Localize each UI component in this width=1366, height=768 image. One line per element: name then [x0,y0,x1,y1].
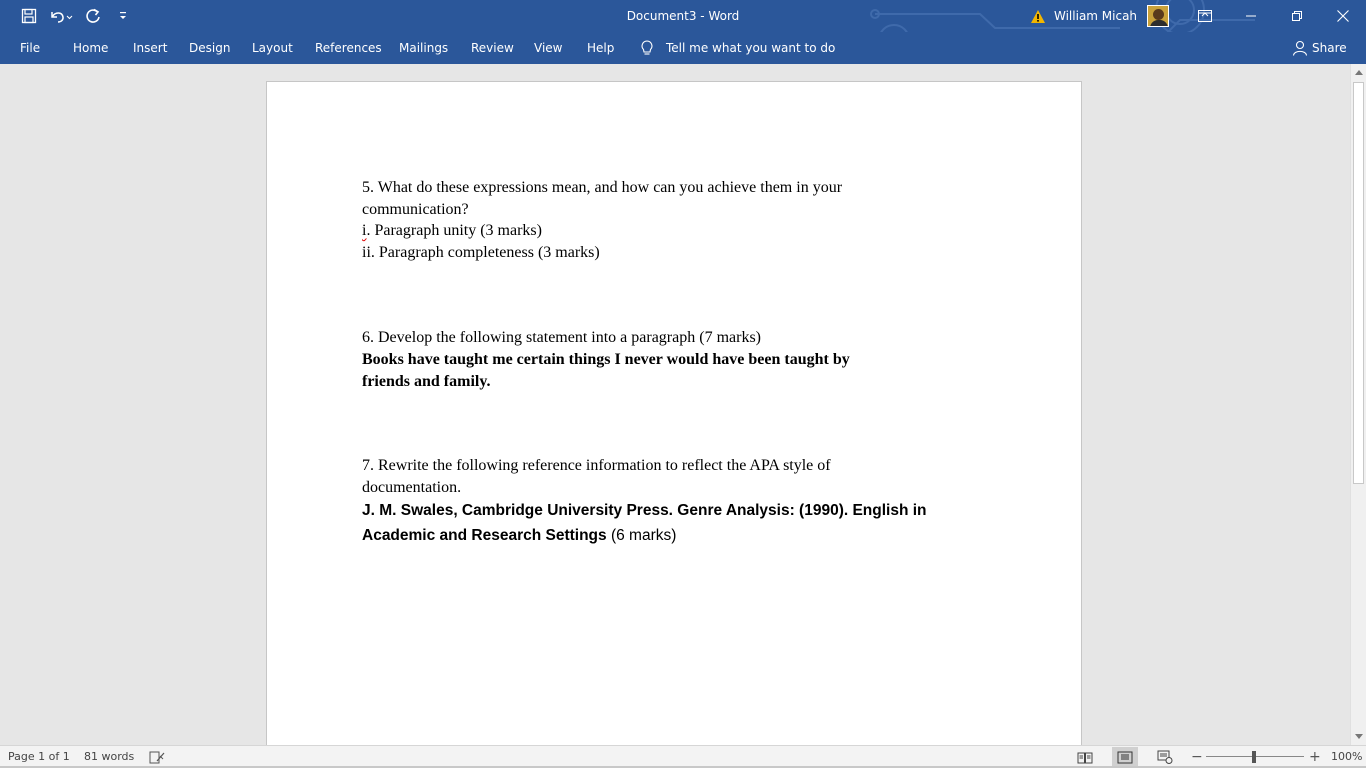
web-layout-button[interactable] [1152,747,1178,767]
q7-reference-line-1: J. M. Swales, Cambridge University Press… [362,502,927,520]
tell-me-label: Tell me what you want to do [666,41,836,55]
q6-line-1: 6. Develop the following statement into … [362,329,761,347]
document-area[interactable]: 5. What do these expressions mean, and h… [0,64,1350,745]
share-label: Share [1312,41,1347,55]
document-page[interactable]: 5. What do these expressions mean, and h… [266,81,1082,745]
tab-help[interactable]: Help [587,32,614,64]
tab-home[interactable]: Home [73,32,108,64]
q5-item-2: ii. Paragraph completeness (3 marks) [362,243,600,261]
avatar [1147,5,1170,27]
undo-icon [51,12,73,23]
save-icon [21,8,37,24]
zoom-level[interactable]: 100% [1331,746,1362,768]
warning-icon [1031,9,1045,23]
ribbon-display-options-icon [1198,10,1212,22]
q7-line-2: documentation. [362,478,462,496]
account-area[interactable]: William Micah [1030,0,1170,32]
tab-insert[interactable]: Insert [133,32,167,64]
restore-button[interactable] [1274,0,1320,32]
empty-lines [362,263,962,327]
q7-reference-title: Academic and Research Settings [362,527,607,545]
web-layout-icon [1157,750,1173,764]
q5-item-1-text: . Paragraph unity (3 marks) [366,222,542,240]
restore-icon [1292,11,1302,21]
proofing-icon [149,751,165,763]
empty-lines [362,392,962,455]
customize-qat-button[interactable] [108,0,138,32]
minimize-button[interactable] [1228,0,1274,32]
scroll-down-button[interactable] [1351,729,1366,745]
zoom-slider-thumb[interactable] [1252,751,1256,763]
tab-file[interactable]: File [20,32,40,64]
vertical-scrollbar[interactable] [1350,64,1366,745]
question-5: 5. What do these expressions mean, and h… [362,177,962,263]
lightbulb-icon [641,40,653,55]
close-icon [1337,10,1349,22]
book-icon [1077,752,1093,763]
q6-statement-line-1: Books have taught me certain things I ne… [362,350,850,368]
tab-layout[interactable]: Layout [252,32,293,64]
share-button[interactable]: Share [1292,32,1347,64]
ribbon-display-options-button[interactable] [1182,0,1228,32]
chevron-down-icon [120,12,126,19]
arrow-down-icon [1355,734,1363,739]
redo-button[interactable] [78,0,108,32]
save-button[interactable] [14,0,44,32]
tab-design[interactable]: Design [189,32,230,64]
scroll-up-button[interactable] [1351,64,1366,80]
undo-button[interactable] [44,0,78,32]
q7-line-1: 7. Rewrite the following reference infor… [362,457,831,475]
word-count[interactable]: 81 words [84,746,134,768]
page-count[interactable]: Page 1 of 1 [8,746,70,768]
quick-access-toolbar [0,0,138,32]
q6-statement-line-2: friends and family. [362,372,491,390]
q7-marks: (6 marks) [606,527,677,545]
question-7: 7. Rewrite the following reference infor… [362,455,962,548]
zoom-in-button[interactable]: + [1309,746,1321,768]
ribbon-tabs: File Home Insert Design Layout Reference… [0,32,1366,64]
minimize-icon [1246,15,1256,17]
tab-references[interactable]: References [315,32,382,64]
tab-mailings[interactable]: Mailings [399,32,448,64]
person-icon [1292,40,1308,56]
title-bar: Document3 - Word William Micah [0,0,1366,56]
q5-line-1: 5. What do these expressions mean, and h… [362,179,843,196]
scroll-thumb[interactable] [1353,82,1364,484]
question-6: 6. Develop the following statement into … [362,327,962,392]
arrow-up-icon [1355,70,1363,75]
tab-view[interactable]: View [534,32,562,64]
print-layout-icon [1117,751,1133,763]
user-name: William Micah [1054,9,1138,23]
close-button[interactable] [1320,0,1366,32]
q7-reference-line-2: Academic and Research Settings (6 marks) [362,523,962,548]
tell-me-search[interactable]: Tell me what you want to do [640,32,835,64]
redo-icon [86,8,100,23]
document-body[interactable]: 5. What do these expressions mean, and h… [362,177,962,548]
proofing-status[interactable] [149,746,165,768]
status-bar: Page 1 of 1 81 words − + 100% [0,745,1366,768]
q5-line-2: communication? [362,200,469,218]
tab-review[interactable]: Review [471,32,514,64]
print-layout-button[interactable] [1112,747,1138,767]
read-mode-button[interactable] [1072,747,1098,767]
q5-item-1: i. Paragraph unity (3 marks) [362,220,962,242]
zoom-out-button[interactable]: − [1191,746,1203,768]
